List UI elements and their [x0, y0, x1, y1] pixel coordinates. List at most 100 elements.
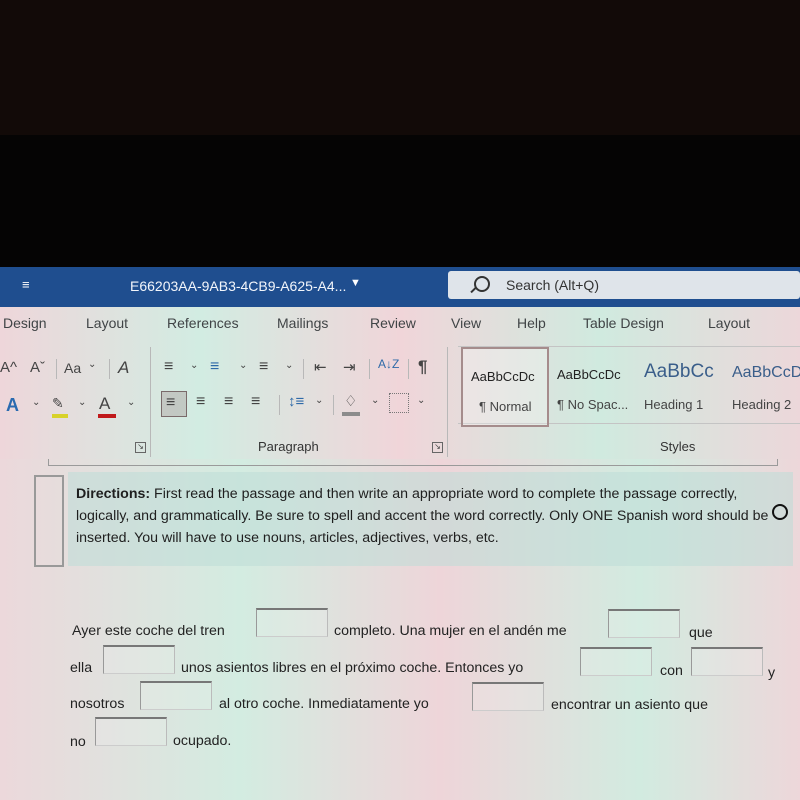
passage-text: ella — [70, 660, 93, 676]
style-name: Heading 2 — [732, 397, 792, 412]
style-preview: AaBbCcD — [732, 364, 800, 381]
style-preview: AaBbCc — [644, 361, 714, 382]
chevron-down-icon[interactable]: ⌄ — [239, 360, 247, 371]
chevron-down-icon[interactable]: ⌄ — [88, 359, 96, 370]
justify-icon[interactable]: ≡ — [251, 393, 260, 411]
separator — [56, 359, 57, 379]
customize-toolbar-icon[interactable]: ≡ — [22, 277, 30, 292]
tab-layout[interactable]: Layout — [86, 315, 128, 331]
chevron-down-icon[interactable]: ⌄ — [127, 397, 135, 408]
line-spacing-icon[interactable]: ↕≡ — [288, 393, 304, 410]
chevron-down-icon[interactable]: ⌄ — [417, 395, 425, 406]
font-dialog-launcher-icon[interactable]: ↘ — [135, 442, 146, 453]
passage: Ayer este coche del tren completo. Una m… — [0, 459, 800, 800]
answer-blank-6[interactable] — [140, 681, 212, 710]
tab-table-design[interactable]: Table Design — [583, 315, 664, 331]
answer-blank-4[interactable] — [580, 647, 652, 676]
tab-view[interactable]: View — [451, 315, 481, 331]
passage-text: y — [768, 665, 776, 681]
increase-indent-icon[interactable]: ⇥ — [343, 358, 356, 376]
align-left-icon: ≡ — [166, 394, 176, 411]
tab-design[interactable]: Design — [3, 315, 47, 331]
show-formatting-marks-icon[interactable]: ¶ — [418, 357, 427, 377]
shading-color-swatch — [342, 412, 360, 416]
document-title[interactable]: E66203AA-9AB3-4CB9-A625-A4... — [130, 278, 346, 294]
sort-icon[interactable]: A↓Z — [378, 357, 399, 371]
passage-text: unos asientos libres en el próximo coche… — [181, 660, 524, 676]
multilevel-list-icon[interactable]: ≡ — [259, 358, 268, 376]
style-heading-1[interactable]: AaBbCc Heading 1 — [636, 347, 724, 423]
text-effects-button[interactable]: A — [6, 395, 19, 416]
bullets-icon[interactable]: ≡ — [164, 358, 173, 376]
shading-icon[interactable]: ♢ — [344, 392, 357, 410]
tab-references[interactable]: References — [167, 315, 239, 331]
chevron-down-icon[interactable]: ⌄ — [285, 360, 293, 371]
paragraph-dialog-launcher-icon[interactable]: ↘ — [432, 442, 443, 453]
tab-help[interactable]: Help — [517, 315, 546, 331]
group-separator — [150, 347, 151, 457]
numbering-icon[interactable]: ≡ — [210, 358, 219, 376]
group-separator — [447, 347, 448, 457]
passage-text: completo. Una mujer en el andén me — [334, 623, 567, 639]
style-name: ¶ Normal — [479, 399, 532, 414]
answer-blank-2[interactable] — [608, 609, 680, 638]
separator — [369, 359, 370, 379]
decrease-indent-icon[interactable]: ⇤ — [314, 358, 327, 376]
font-color-swatch — [98, 414, 116, 418]
style-heading-2[interactable]: AaBbCcD Heading 2 — [724, 347, 800, 423]
borders-icon[interactable] — [389, 393, 409, 413]
styles-group-label: Styles — [660, 439, 696, 454]
clear-formatting-button[interactable]: A — [118, 358, 129, 378]
chevron-down-icon[interactable]: ▼ — [350, 277, 361, 289]
align-left-button[interactable]: ≡ — [161, 391, 187, 417]
style-normal[interactable]: AaBbCcDc ¶ Normal — [461, 347, 549, 427]
answer-blank-1[interactable] — [256, 608, 328, 637]
styles-gallery: AaBbCcDc ¶ Normal AaBbCcDc ¶ No Spac... … — [458, 346, 800, 427]
search-icon — [474, 276, 490, 292]
separator — [109, 359, 110, 379]
style-name: ¶ No Spac... — [557, 397, 629, 412]
passage-text: encontrar un asiento que — [551, 697, 708, 713]
passage-text: nosotros — [70, 696, 125, 712]
style-preview: AaBbCcDc — [557, 367, 621, 382]
chevron-down-icon[interactable]: ⌄ — [190, 360, 198, 371]
answer-blank-8[interactable] — [95, 717, 167, 746]
search-placeholder: Search (Alt+Q) — [506, 277, 599, 293]
passage-text: Ayer este coche del tren — [72, 623, 225, 639]
title-bar: ≡ E66203AA-9AB3-4CB9-A625-A4... ▼ Search… — [0, 267, 800, 307]
align-right-icon[interactable]: ≡ — [224, 393, 233, 411]
answer-blank-5[interactable] — [691, 647, 763, 676]
separator — [408, 359, 409, 379]
highlight-pen-icon[interactable]: ✎ — [52, 395, 64, 412]
tab-table-layout[interactable]: Layout — [708, 315, 750, 331]
ribbon-tabs: Design Layout References Mailings Review… — [0, 315, 800, 339]
chevron-down-icon[interactable]: ⌄ — [32, 397, 40, 408]
passage-text: que — [689, 625, 713, 641]
answer-blank-7[interactable] — [472, 682, 544, 711]
tab-review[interactable]: Review — [370, 315, 416, 331]
search-input[interactable]: Search (Alt+Q) — [448, 271, 800, 299]
change-case-button[interactable]: Aa — [64, 360, 81, 376]
answer-blank-3[interactable] — [103, 645, 175, 674]
separator — [333, 395, 334, 415]
grow-font-button[interactable]: A^ — [0, 359, 17, 376]
style-preview: AaBbCcDc — [471, 369, 535, 384]
passage-text: al otro coche. Inmediatamente yo — [219, 696, 429, 712]
monitor-bezel — [0, 135, 800, 267]
separator — [279, 395, 280, 415]
document-page[interactable]: Directions: First read the passage and t… — [0, 459, 800, 800]
background-dark-area — [0, 0, 800, 135]
chevron-down-icon[interactable]: ⌄ — [315, 395, 323, 406]
style-no-spacing[interactable]: AaBbCcDc ¶ No Spac... — [549, 347, 635, 423]
chevron-down-icon[interactable]: ⌄ — [78, 397, 86, 408]
font-color-button[interactable]: A — [99, 394, 110, 414]
shrink-font-button[interactable]: Aˇ — [30, 359, 45, 376]
highlight-color-swatch — [52, 414, 68, 418]
paragraph-group-label: Paragraph — [258, 439, 319, 454]
passage-text: ocupado. — [173, 733, 232, 749]
passage-text: con — [660, 663, 683, 679]
align-center-icon[interactable]: ≡ — [196, 393, 205, 411]
ribbon: Design Layout References Mailings Review… — [0, 307, 800, 459]
tab-mailings[interactable]: Mailings — [277, 315, 328, 331]
chevron-down-icon[interactable]: ⌄ — [371, 395, 379, 406]
